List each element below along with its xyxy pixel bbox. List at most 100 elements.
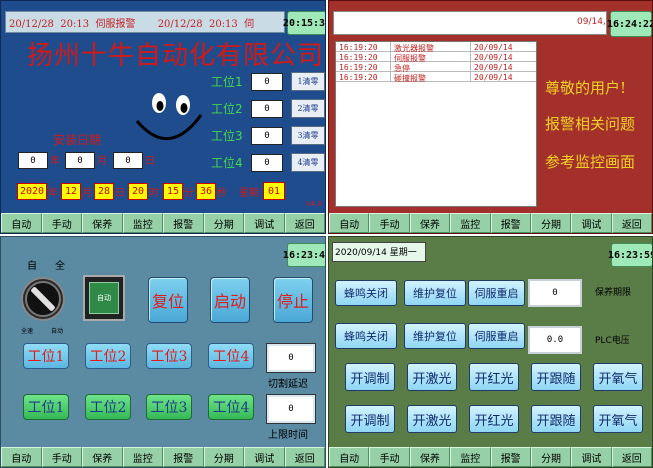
bottom-station-3-button[interactable]: 工位3 (146, 394, 192, 420)
panel-debug: 2020/09/14 星期一 16:23:59 蜂鸣关闭 维护复位 伺服重启 0… (328, 236, 653, 468)
alarm-ticker-text: 20/12/28 20:13 伺服报警 20/12/28 20:13 伺 (9, 19, 255, 30)
station-2-count: 0 (251, 100, 283, 118)
servo-restart-button-2[interactable]: 伺服重启 (468, 323, 525, 349)
nav-maintain[interactable]: 保养 (82, 213, 123, 233)
laser-on-button-2[interactable]: 开激光 (407, 405, 457, 433)
modulation-on-button[interactable]: 开调制 (345, 363, 395, 391)
nav-installment[interactable]: 分期 (530, 213, 572, 233)
nav-maintain[interactable]: 保养 (82, 447, 123, 467)
weekday-label: 星期 (239, 188, 259, 199)
nav-back[interactable]: 返回 (284, 447, 325, 467)
cut-delay-field[interactable]: 0 (266, 343, 316, 373)
nav-back[interactable]: 返回 (611, 213, 652, 233)
alarm-list: 16:19:20 激光器报警 20/09/14 16:19:20 伺服报警 20… (335, 41, 537, 207)
auto-indicator-button[interactable]: 自动 (83, 275, 125, 321)
install-date-label: 安装日期 (53, 133, 102, 147)
station-2-reset-button[interactable]: 2清零 (291, 99, 325, 118)
top-station-3-button[interactable]: 工位3 (146, 343, 192, 369)
nav-bar: 自动 手动 保养 监控 报警 分期 调试 返回 (1, 213, 325, 233)
oxygen-on-button-2[interactable]: 开氧气 (593, 405, 643, 433)
nav-monitor[interactable]: 监控 (450, 213, 491, 233)
station-1-reset-button[interactable]: 1清零 (291, 72, 325, 91)
top-station-1-button[interactable]: 工位1 (23, 343, 69, 369)
install-month-field[interactable]: 0 (65, 152, 95, 169)
nav-manual[interactable]: 手动 (41, 447, 82, 467)
nav-installment[interactable]: 分期 (203, 213, 244, 233)
mode-right-label: 全 (55, 261, 65, 272)
clock-display: 16:23:59 (608, 243, 652, 267)
station-3-reset-button[interactable]: 3清零 (291, 126, 325, 145)
nav-auto[interactable]: 自动 (1, 447, 42, 467)
follow-on-button-2[interactable]: 开跟随 (531, 405, 581, 433)
mode-selector-knob[interactable] (21, 277, 65, 321)
weekday-value: 01 (263, 182, 285, 200)
reset-button[interactable]: 复位 (148, 277, 188, 323)
top-station-4-button[interactable]: 工位4 (208, 343, 254, 369)
hour-value: 20 (128, 183, 148, 200)
nav-alarm[interactable]: 报警 (163, 447, 204, 467)
red-light-on-button-2[interactable]: 开红光 (469, 405, 519, 433)
nav-monitor[interactable]: 监控 (122, 213, 163, 233)
cut-delay-label: 切割延迟 (268, 379, 308, 390)
alarm-row[interactable]: 16:19:20 急停 20/09/14 (336, 63, 536, 73)
month-unit: 月 (82, 188, 92, 199)
install-day-unit: 日 (145, 156, 155, 167)
station-2-label: 工位2 (211, 102, 243, 116)
stop-button[interactable]: 停止 (273, 277, 313, 323)
nav-back[interactable]: 返回 (284, 213, 325, 233)
buzzer-off-button-2[interactable]: 蜂鸣关闭 (335, 323, 397, 349)
nav-manual[interactable]: 手动 (369, 213, 410, 233)
buzzer-off-button[interactable]: 蜂鸣关闭 (335, 280, 397, 306)
nav-maintain[interactable]: 保养 (409, 447, 451, 467)
laser-on-button[interactable]: 开激光 (407, 363, 457, 391)
servo-restart-button[interactable]: 伺服重启 (468, 280, 525, 306)
version-label: V4.0 (306, 200, 322, 208)
nav-manual[interactable]: 手动 (41, 213, 82, 233)
nav-alarm[interactable]: 报警 (490, 213, 531, 233)
mode-left-label: 自 (27, 261, 37, 272)
panel-alarm: 09/14, 16:24:22 16:19:20 激光器报警 20/09/14 … (328, 0, 653, 234)
maint-reset-button[interactable]: 维护复位 (404, 280, 466, 306)
nav-installment[interactable]: 分期 (203, 447, 244, 467)
station-4-reset-button[interactable]: 4清零 (291, 153, 325, 172)
install-year-field[interactable]: 0 (18, 152, 48, 169)
bottom-station-4-button[interactable]: 工位4 (208, 394, 254, 420)
nav-debug[interactable]: 调试 (571, 213, 612, 233)
bottom-station-1-button[interactable]: 工位1 (23, 394, 69, 420)
nav-monitor[interactable]: 监控 (122, 447, 163, 467)
nav-auto[interactable]: 自动 (329, 447, 370, 467)
nav-auto[interactable]: 自动 (1, 213, 42, 233)
maint-reset-button-2[interactable]: 维护复位 (404, 323, 466, 349)
clock-display: 20:15:36 (283, 11, 325, 35)
start-button[interactable]: 启动 (210, 277, 250, 323)
oxygen-on-button[interactable]: 开氧气 (593, 363, 643, 391)
nav-debug[interactable]: 调试 (244, 447, 285, 467)
year-unit: 年 (48, 188, 58, 199)
nav-debug[interactable]: 调试 (244, 213, 285, 233)
nav-back[interactable]: 返回 (611, 447, 652, 467)
alarm-row[interactable]: 16:19:20 伺服报警 20/09/14 (336, 53, 536, 63)
alarm-row[interactable]: 16:19:20 激光器报警 20/09/14 (336, 43, 536, 53)
follow-on-button[interactable]: 开跟随 (531, 363, 581, 391)
top-station-2-button[interactable]: 工位2 (85, 343, 131, 369)
bottom-station-2-button[interactable]: 工位2 (85, 394, 131, 420)
nav-monitor[interactable]: 监控 (450, 447, 491, 467)
red-light-on-button[interactable]: 开红光 (469, 363, 519, 391)
station-3-label: 工位3 (211, 129, 243, 143)
nav-debug[interactable]: 调试 (571, 447, 612, 467)
nav-bar: 自动 手动 保养 监控 报警 分期 调试 返回 (329, 447, 652, 467)
nav-alarm[interactable]: 报警 (490, 447, 531, 467)
install-day-field[interactable]: 0 (113, 152, 143, 169)
limit-time-field[interactable]: 0 (266, 394, 316, 424)
plc-voltage-field[interactable]: 0.0 (528, 326, 582, 354)
modulation-on-button-2[interactable]: 开调制 (345, 405, 395, 433)
nav-installment[interactable]: 分期 (530, 447, 572, 467)
nav-manual[interactable]: 手动 (369, 447, 410, 467)
nav-bar: 自动 手动 保养 监控 报警 分期 调试 返回 (1, 447, 325, 467)
maintenance-period-field[interactable]: 0 (528, 279, 582, 307)
nav-maintain[interactable]: 保养 (409, 213, 451, 233)
alarm-row[interactable]: 16:19:20 碰撞报警 20/09/14 (336, 73, 536, 83)
nav-alarm[interactable]: 报警 (163, 213, 204, 233)
second-unit: 秒 (217, 188, 227, 199)
nav-auto[interactable]: 自动 (329, 213, 370, 233)
